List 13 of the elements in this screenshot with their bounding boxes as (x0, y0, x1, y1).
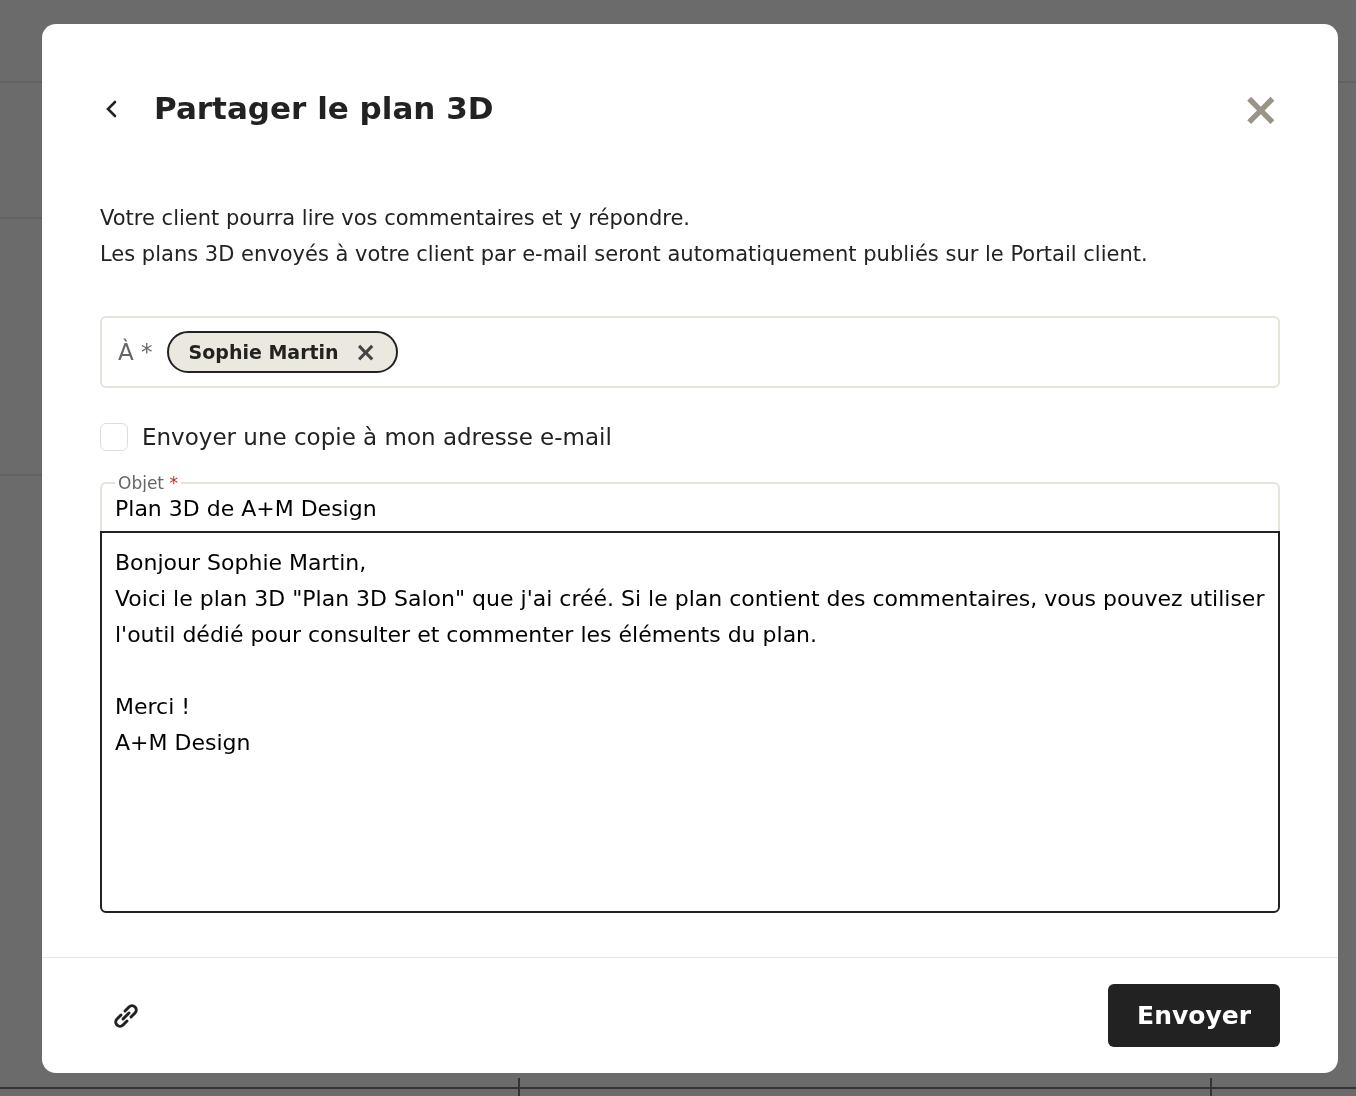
subject-label: Objet * (117, 474, 179, 492)
intro-text: Les plans 3D envoyés à votre client par e-mail seront automatiquement publiés sur le Portail client. (100, 241, 1149, 268)
recipient-field[interactable]: À * Sophie Martin × (100, 316, 1280, 388)
message-field[interactable]: Bonjour Sophie Martin, Voici le plan 3D "Plan 3D Salon" que j'ai créé. Si le plan contient des commentaires, vous pouvez utiliser l'outil dédié pour consulter et commenter les éléments du plan. Merci ! A+M Design (100, 530, 1280, 913)
intro-text: Votre client pourra lire vos commentaires et y répondre. (100, 205, 691, 232)
dialog-title: Partager le plan 3D (154, 90, 494, 128)
subject-field[interactable]: Objet * Plan 3D de A+M Design (100, 474, 1280, 531)
recipient-name: Sophie Martin (188, 339, 339, 365)
send-button[interactable]: Envoyer (1108, 983, 1280, 1048)
recipient-label: À * (118, 337, 153, 367)
copy-checkbox[interactable] (100, 423, 128, 452)
remove-recipient-button[interactable]: × (354, 339, 377, 365)
copy-checkbox-label: Envoyer une copie à mon adresse e-mail (142, 423, 612, 452)
